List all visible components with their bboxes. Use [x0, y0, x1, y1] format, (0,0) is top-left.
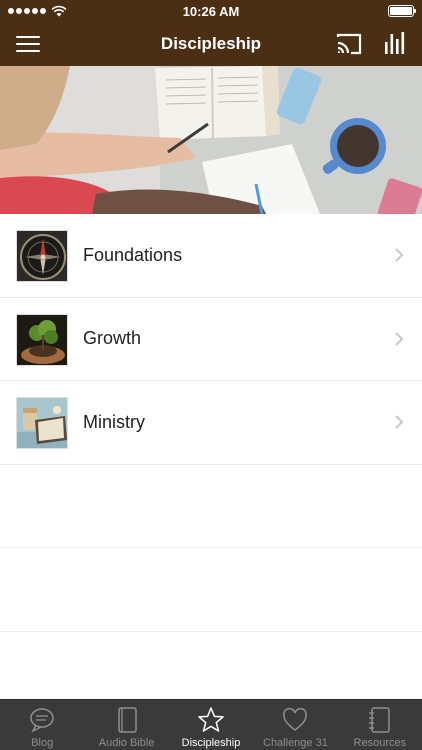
- navigation-bar: Discipleship: [0, 22, 422, 66]
- list-item-foundations[interactable]: Foundations: [0, 214, 422, 298]
- tab-audio-bible[interactable]: Audio Bible: [84, 700, 168, 750]
- audio-levels-icon[interactable]: [384, 30, 406, 56]
- list-item-growth[interactable]: Growth: [0, 298, 422, 381]
- hero-image: [0, 66, 422, 214]
- tab-label: Resources: [353, 737, 407, 749]
- cast-icon[interactable]: [336, 32, 362, 56]
- hamburger-menu-icon[interactable]: [16, 34, 40, 54]
- tab-label: Discipleship: [181, 737, 241, 749]
- battery-icon: [388, 5, 416, 17]
- list-item-ministry[interactable]: Ministry: [0, 381, 422, 465]
- star-icon: [198, 707, 224, 732]
- page-title: Discipleship: [160, 34, 262, 53]
- empty-row: [0, 465, 422, 548]
- tab-bar: Blog Audio Bible Discipleship Challenge …: [0, 699, 422, 750]
- signal-strength-icon: [8, 8, 46, 14]
- list-item-label: Growth: [83, 328, 142, 349]
- tab-blog[interactable]: Blog: [0, 700, 84, 750]
- plant-in-hands-image: [16, 313, 68, 366]
- tab-resources[interactable]: Resources: [338, 700, 422, 750]
- wifi-icon: [51, 5, 67, 17]
- chevron-right-icon: [395, 248, 404, 262]
- compass-image: [16, 230, 68, 282]
- list-item-label: Foundations: [83, 244, 183, 265]
- tab-discipleship[interactable]: Discipleship: [169, 700, 253, 750]
- status-bar: 10:26 AM: [0, 0, 422, 22]
- tab-challenge-31[interactable]: Challenge 31: [253, 700, 337, 750]
- discipleship-list: Foundations Growth Ministry: [0, 214, 422, 715]
- speech-bubble-icon: [30, 708, 54, 733]
- coffee-and-bible-image: [16, 397, 68, 449]
- chevron-right-icon: [395, 332, 404, 346]
- list-item-label: Ministry: [83, 411, 145, 432]
- empty-row: [0, 548, 422, 632]
- chevron-right-icon: [395, 415, 404, 429]
- notebook-icon: [368, 707, 390, 733]
- book-icon: [117, 707, 137, 733]
- tab-label: Audio Bible: [98, 737, 155, 749]
- tab-label: Blog: [31, 737, 54, 749]
- heart-icon: [283, 707, 308, 731]
- status-left: [8, 5, 67, 17]
- tab-label: Challenge 31: [263, 737, 328, 749]
